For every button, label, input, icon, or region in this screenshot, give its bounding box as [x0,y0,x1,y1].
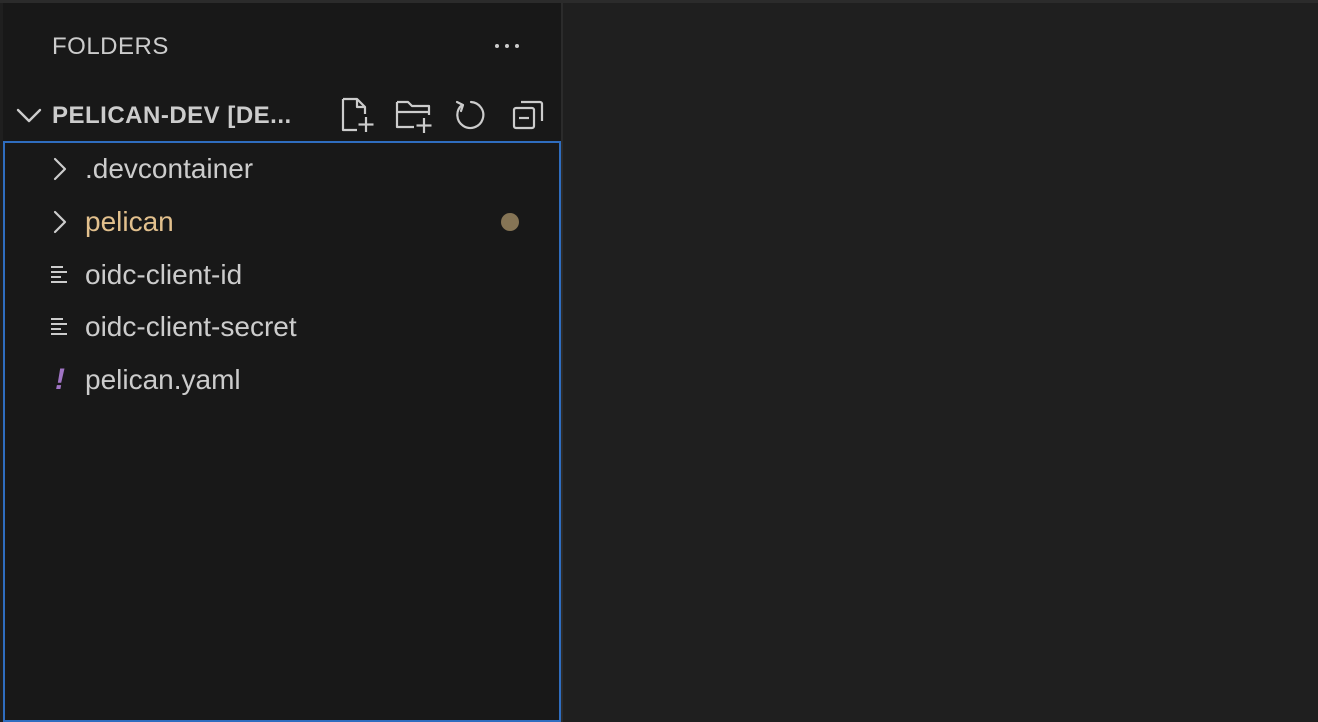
chevron-right-icon[interactable] [47,156,73,182]
ellipsis-dot [505,44,509,48]
new-file-button[interactable] [337,95,377,135]
editor-area[interactable] [563,3,1318,722]
new-file-icon [341,97,374,132]
workspace-folder-title: PELICAN-DEV [DE... [52,102,292,129]
new-folder-button[interactable] [394,95,434,135]
ellipsis-icon [495,44,499,48]
yaml-file-icon: ! [47,363,73,396]
workspace-folder-header[interactable]: PELICAN-DEV [DE... [3,93,561,137]
chevron-down-icon[interactable] [15,103,43,127]
explorer-header: FOLDERS [3,3,561,89]
refresh-icon [455,100,485,130]
tree-item-label: pelican.yaml [85,364,241,395]
explorer-sidebar: FOLDERS PELICAN-DEV [DE... .devcontainer… [3,3,563,722]
vscode-window: FOLDERS PELICAN-DEV [DE... .devcontainer… [0,0,1318,722]
explorer-title: FOLDERS [52,33,169,60]
tree-item-devcontainer[interactable]: .devcontainer [5,143,559,195]
refresh-button[interactable] [451,95,491,135]
tree-item-label: .devcontainer [85,153,254,184]
text-file-icon [47,314,73,340]
text-file-icon [47,262,73,288]
new-folder-icon [395,100,432,133]
tree-item-label: oidc-client-secret [85,311,297,342]
more-actions-button[interactable] [487,31,527,61]
ellipsis-dot [515,44,519,48]
tree-item-pelican-yaml[interactable]: ! pelican.yaml [5,354,559,406]
collapse-all-button[interactable] [508,95,548,135]
tree-item-label: pelican [85,206,174,237]
yaml-icon-glyph: ! [55,363,65,396]
collapse-all-icon [512,100,544,130]
tree-item-label: oidc-client-id [85,259,243,290]
modified-indicator-dot [501,213,519,231]
tree-item-pelican[interactable]: pelican [5,196,559,248]
workspace-actions [337,95,548,135]
file-tree: .devcontainer pelican oidc-client-id oid… [3,141,561,722]
tree-item-oidc-client-id[interactable]: oidc-client-id [5,249,559,301]
chevron-right-icon[interactable] [47,209,73,235]
tree-item-oidc-client-secret[interactable]: oidc-client-secret [5,301,559,353]
